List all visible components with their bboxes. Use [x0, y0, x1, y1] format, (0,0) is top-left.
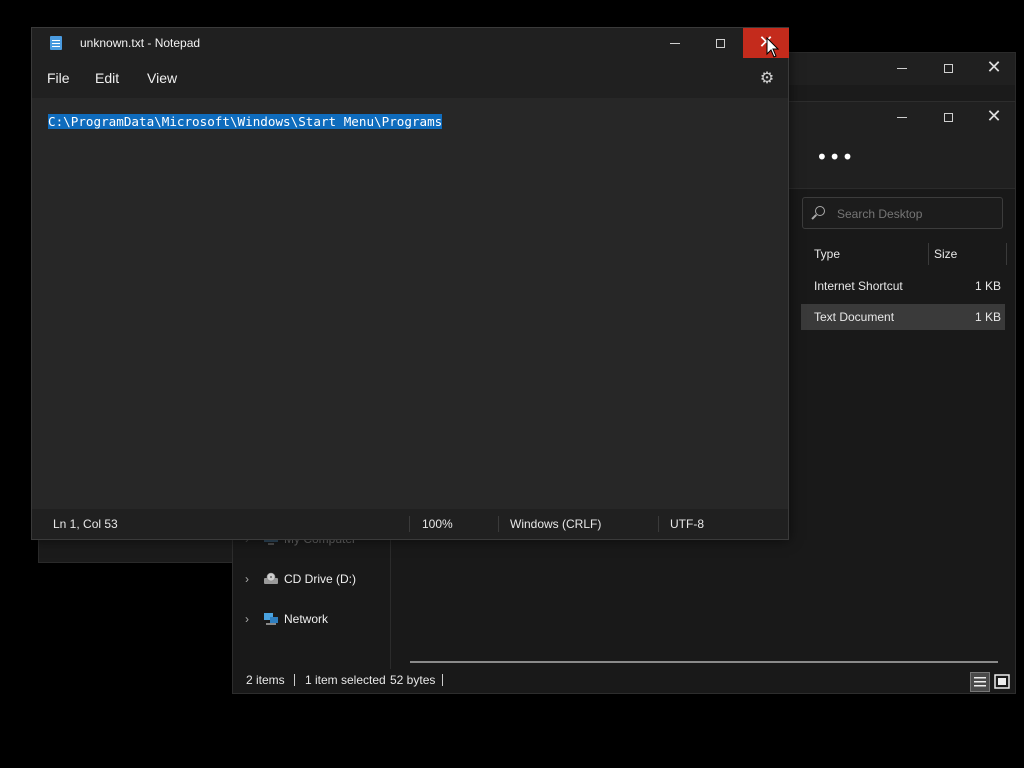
minimize-icon: [897, 116, 907, 118]
notepad-app-icon: [50, 36, 62, 50]
minimize-icon: [897, 67, 907, 69]
close-button[interactable]: ✕: [971, 53, 1017, 83]
menu-edit[interactable]: Edit: [91, 58, 123, 98]
nav-item-label: CD Drive (D:): [284, 572, 356, 586]
status-divider: [294, 674, 295, 686]
chevron-right-icon: ›: [245, 572, 249, 586]
file-size: 1 KB: [974, 310, 1001, 324]
nav-item-label: Network: [284, 612, 329, 626]
gear-icon: ⚙: [759, 68, 775, 87]
status-divider: [409, 516, 410, 532]
search-box[interactable]: [802, 197, 1003, 229]
file-size: 1 KB: [974, 279, 1001, 293]
status-divider: [658, 516, 659, 532]
chevron-right-icon: ›: [245, 612, 249, 626]
column-divider[interactable]: [928, 243, 929, 265]
status-size: 52 bytes: [390, 673, 436, 687]
close-icon: ✕: [986, 106, 1002, 127]
horizontal-scrollbar[interactable]: [410, 661, 998, 663]
file-row[interactable]: Internet Shortcut 1 KB: [801, 273, 1005, 299]
column-header-size[interactable]: Size: [934, 241, 957, 267]
close-icon: ✕: [986, 57, 1002, 78]
maximize-icon: [943, 112, 953, 122]
file-row-selected[interactable]: Text Document 1 KB: [801, 304, 1005, 330]
column-divider[interactable]: [1006, 243, 1007, 265]
nav-item-cd-drive[interactable]: › CD Drive (D:): [233, 565, 390, 593]
network-icon: [264, 613, 278, 625]
status-item-count: 2 items: [246, 673, 285, 687]
zoom-level: 100%: [422, 517, 453, 531]
minimize-icon: [670, 42, 680, 44]
explorer-minimize-button[interactable]: [879, 102, 925, 132]
file-type: Text Document: [814, 310, 895, 324]
search-icon: [815, 206, 825, 216]
cursor-position: Ln 1, Col 53: [53, 517, 118, 531]
mouse-cursor-icon: [766, 37, 780, 58]
menu-view[interactable]: View: [143, 58, 181, 98]
maximize-icon: [943, 63, 953, 73]
notepad-minimize-button[interactable]: [652, 28, 698, 58]
column-header-type[interactable]: Type: [814, 241, 840, 267]
notepad-window: unknown.txt - Notepad ✕ File Edit View ⚙…: [31, 27, 789, 540]
window-title: unknown.txt - Notepad: [80, 36, 201, 50]
line-endings: Windows (CRLF): [510, 517, 602, 531]
maximize-icon: [715, 38, 725, 48]
status-selection: 1 item selected: [305, 673, 386, 687]
search-input[interactable]: [835, 204, 999, 224]
status-divider: [498, 516, 499, 532]
editor-content[interactable]: C:\ProgramData\Microsoft\Windows\Start M…: [48, 113, 443, 130]
file-type: Internet Shortcut: [814, 279, 903, 293]
explorer-status-bar: 2 items 1 item selected 52 bytes: [233, 667, 1015, 693]
encoding: UTF-8: [670, 517, 704, 531]
status-divider: [442, 674, 443, 686]
nav-item-network[interactable]: › Network: [233, 605, 390, 633]
menu-bar: File Edit View ⚙: [32, 58, 788, 98]
cd-drive-icon: [264, 572, 278, 584]
explorer-maximize-button[interactable]: [925, 102, 971, 132]
minimize-button[interactable]: [879, 53, 925, 83]
text-editor[interactable]: C:\ProgramData\Microsoft\Windows\Start M…: [32, 98, 788, 509]
notepad-maximize-button[interactable]: [697, 28, 743, 58]
notepad-titlebar[interactable]: unknown.txt - Notepad ✕: [32, 28, 789, 58]
selected-text: C:\ProgramData\Microsoft\Windows\Start M…: [48, 114, 443, 129]
more-options-button[interactable]: •••: [816, 147, 853, 175]
notepad-status-bar: Ln 1, Col 53 100% Windows (CRLF) UTF-8: [32, 509, 788, 539]
settings-button[interactable]: ⚙: [758, 69, 776, 87]
explorer-close-button[interactable]: ✕: [971, 102, 1017, 132]
maximize-button[interactable]: [925, 53, 971, 83]
menu-file[interactable]: File: [43, 58, 74, 98]
more-icon: •••: [816, 145, 855, 169]
